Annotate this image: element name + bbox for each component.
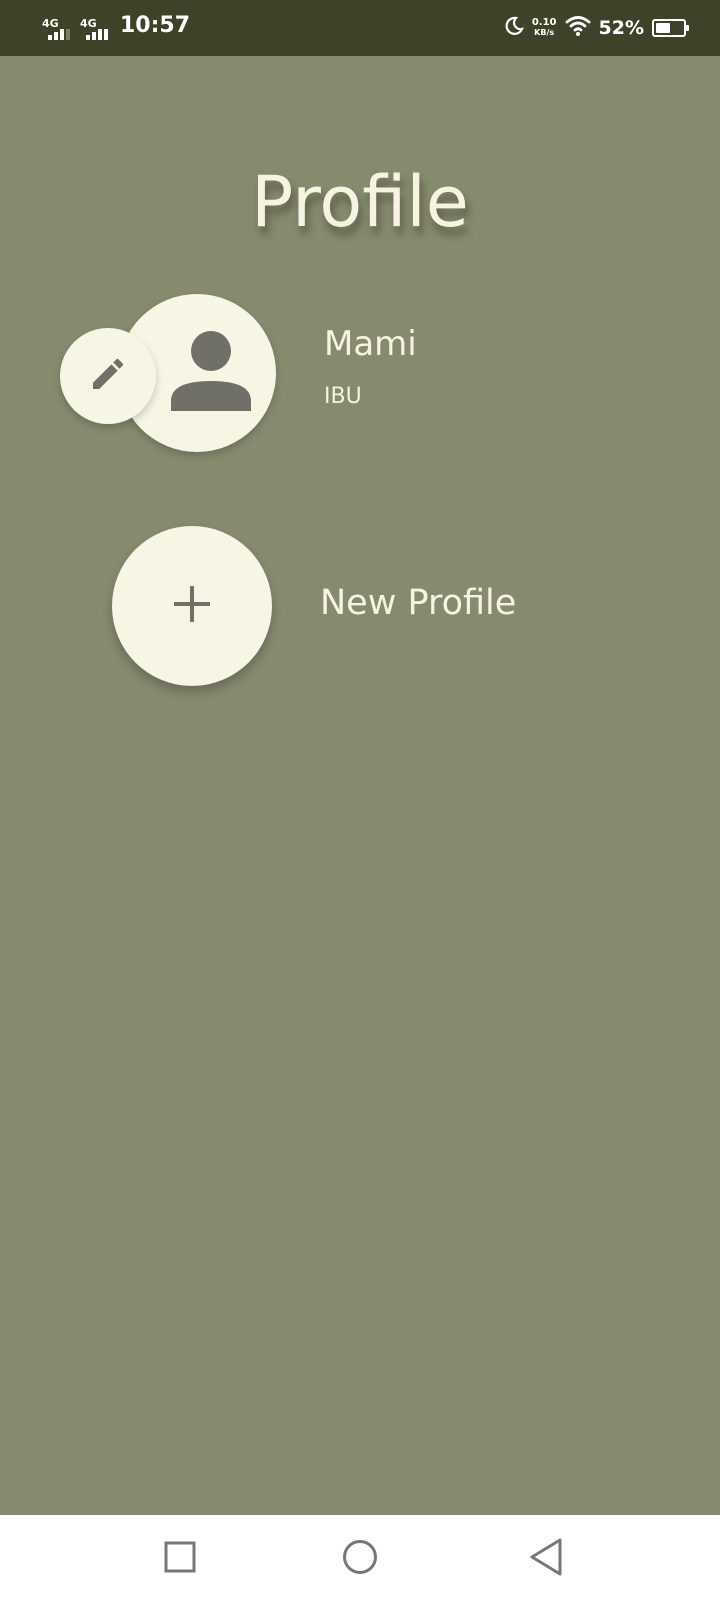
pencil-icon — [88, 354, 128, 398]
add-profile-button[interactable] — [112, 526, 272, 686]
status-right: 0.10 KB/s 52% — [504, 12, 689, 44]
status-bar: 4G 4G 10:57 0.10 KB/s 52% — [0, 0, 720, 56]
profile-name[interactable]: Mami — [324, 322, 417, 366]
triangle-back-icon — [528, 1537, 564, 1581]
battery-percent: 52% — [598, 17, 644, 39]
page-title: Profile — [251, 161, 469, 243]
navigation-bar — [0, 1515, 720, 1600]
person-icon — [169, 329, 253, 417]
status-left: 4G 4G 10:57 — [40, 10, 190, 42]
signal-bars-icon — [86, 29, 108, 40]
recents-button[interactable] — [158, 1537, 202, 1581]
home-button[interactable] — [338, 1537, 382, 1581]
moon-icon — [504, 16, 524, 40]
network-type-2: 4G — [80, 17, 97, 30]
square-icon — [164, 1541, 196, 1577]
speed-unit: KB/s — [534, 28, 555, 37]
signal-1: 4G — [40, 14, 74, 42]
speed-value: 0.10 — [531, 17, 557, 28]
network-type-1: 4G — [42, 17, 59, 30]
network-speed: 0.10 KB/s — [532, 18, 557, 38]
signal-bars-icon — [48, 29, 70, 40]
new-profile-label[interactable]: New Profile — [320, 580, 516, 626]
plus-icon — [172, 584, 212, 628]
profile-role: IBU — [324, 384, 362, 409]
circle-icon — [342, 1539, 378, 1579]
edit-profile-button[interactable] — [60, 328, 156, 424]
battery-fill — [656, 23, 670, 33]
battery-icon — [652, 19, 689, 37]
wifi-icon — [565, 15, 591, 41]
clock: 10:57 — [120, 13, 191, 38]
back-button[interactable] — [524, 1537, 568, 1581]
signal-2: 4G — [78, 14, 112, 42]
